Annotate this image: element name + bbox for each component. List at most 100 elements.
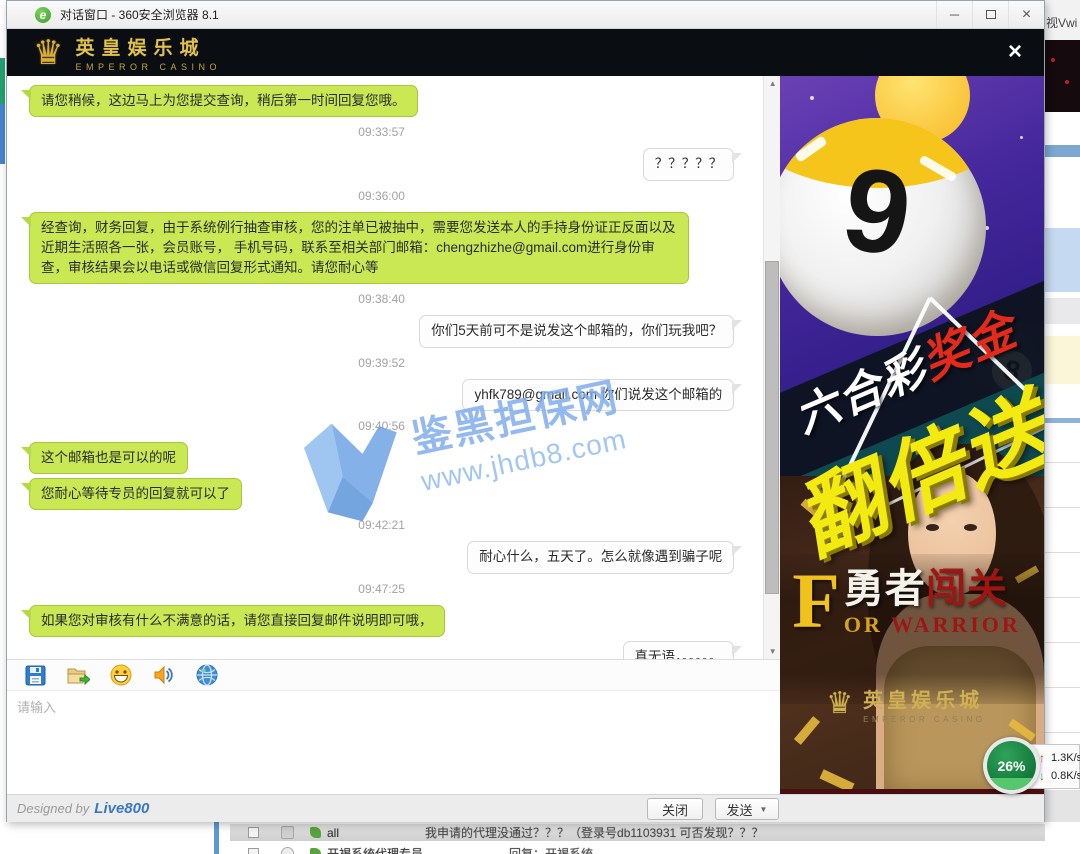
language-globe-icon[interactable] <box>195 663 219 687</box>
message-bubble: ？？？？？ <box>643 148 735 180</box>
message-bubble: 你们5天前可不是说发这个邮箱的，你们玩我吧？ <box>419 315 734 347</box>
maximize-button[interactable] <box>972 1 1008 28</box>
footer-bar: Designed by Live800 关闭 发送 ▼ <box>7 794 1044 822</box>
send-file-icon[interactable] <box>66 663 90 687</box>
chat-message-user: 真无语，。。。。。 <box>29 641 734 659</box>
emoji-icon[interactable] <box>109 663 133 687</box>
maximize-icon <box>986 10 996 19</box>
timestamp: 09:38:40 <box>29 292 734 306</box>
timestamp: 09:36:00 <box>29 189 734 203</box>
scroll-down-icon[interactable]: ▼ <box>764 644 780 659</box>
chat-message-agent: 这个邮箱也是可以的呢 <box>29 442 734 474</box>
status-icon <box>310 827 321 838</box>
timestamp: 09:42:21 <box>29 518 734 532</box>
chat-scrollbar[interactable]: ▲ ▼ <box>763 76 780 659</box>
minimize-button[interactable]: ─ <box>936 1 972 28</box>
progress-badge[interactable]: 26% <box>983 737 1040 794</box>
warrior-or: OR <box>844 612 883 637</box>
send-label: 发送 <box>727 800 753 819</box>
chat-toolbar <box>7 659 780 691</box>
send-button[interactable]: 发送 ▼ <box>715 798 779 820</box>
background-window-bottom: all 我申请的代理没通过？？？（登录号db1103931 可否发现？？？ 开褐… <box>0 822 1045 854</box>
checkbox-icon <box>248 827 259 838</box>
warrior-en: WARRIOR <box>891 612 1021 637</box>
avatar-icon <box>281 847 294 854</box>
ad-warrior-title: F 勇者闯关 OR WARRIOR <box>792 568 1021 638</box>
message-bubble: 您耐心等待专员的回复就可以了 <box>29 478 242 510</box>
close-button[interactable]: 关闭 <box>647 798 703 820</box>
ad-brand-cn: 英皇娱乐城 <box>863 684 985 713</box>
background-window-right: 视Vwi <box>1044 0 1080 854</box>
message-list: 请您稍候，这边马上为您提交查询，稍后第一时间回复您哦。 09:33:57 ？？？？？… <box>29 85 734 659</box>
background-divider <box>214 822 219 854</box>
brand-name-cn: 英皇娱乐城 <box>75 33 221 60</box>
download-arrow-icon: ↓ <box>1039 769 1045 783</box>
window-title: 对话窗口 - 360安全浏览器 8.1 <box>60 6 219 23</box>
background-tab-text: 视Vwi <box>1046 14 1077 31</box>
background-row <box>1045 298 1080 324</box>
background-dark-banner <box>1045 40 1080 112</box>
save-icon[interactable] <box>23 663 47 687</box>
chat-message-agent: 您耐心等待专员的回复就可以了 <box>29 478 734 510</box>
mail-sender: all <box>327 826 339 840</box>
message-bubble: 真无语，。。。。。 <box>623 641 735 659</box>
progress-percent: 26% <box>997 758 1025 774</box>
background-row <box>1045 418 1080 423</box>
checkbox-icon <box>248 848 259 854</box>
brand-name-en: EMPEROR CASINO <box>75 62 221 72</box>
crown-logo-icon: ♛ <box>33 36 63 70</box>
message-bubble: 经查询，财务回复，由于系统例行抽查审核，您的注单已被抽中，需要您发送本人的手持身… <box>29 212 689 285</box>
send-dropdown-caret-icon: ▼ <box>760 805 768 814</box>
sound-icon[interactable] <box>152 663 176 687</box>
message-input[interactable] <box>7 691 780 794</box>
timestamp: 09:40:56 <box>29 419 734 433</box>
status-icon <box>310 848 321 854</box>
mail-subject: 回复：开褐系统 <box>509 845 593 854</box>
background-mail-row: all 我申请的代理没通过？？？（登录号db1103931 可否发现？？？ <box>230 824 1045 841</box>
message-bubble: 耐心什么，五天了。怎么就像遇到骗子呢 <box>467 541 734 573</box>
background-mail-row: 开褐系统代理专员 回复：开褐系统 <box>230 845 1045 854</box>
timestamp: 09:47:25 <box>29 582 734 596</box>
background-row <box>1045 336 1080 384</box>
warrior-cn-red: 闯关 <box>926 566 1008 611</box>
ad-banner[interactable]: 9 8 六合彩奖金 <box>780 76 1044 794</box>
chat-close-icon[interactable]: × <box>1000 37 1030 67</box>
designed-by-label: Designed by <box>17 801 89 816</box>
ad-brand-en: EMPEROR CASINO <box>863 715 985 724</box>
brand-logo: 英皇娱乐城 EMPEROR CASINO <box>75 33 221 72</box>
chat-message-agent: 经查询，财务回复，由于系统例行抽查审核，您的注单已被抽中，需要您发送本人的手持身… <box>29 212 734 285</box>
message-bubble: 请您稍候，这边马上为您提交查询，稍后第一时间回复您哦。 <box>29 85 418 117</box>
screen: 视Vwi all 我申请的代理没通过？？？（登录号db1103931 可否发现？… <box>0 0 1080 854</box>
casino-header: ♛ 英皇娱乐城 EMPEROR CASINO × <box>7 29 1044 76</box>
composer <box>7 691 780 794</box>
live800-logo: Live800 <box>94 800 149 817</box>
timestamp: 09:39:52 <box>29 356 734 370</box>
background-row <box>1045 228 1080 292</box>
warrior-cn-white: 勇者 <box>844 566 926 611</box>
ad-brand-logo: ♛ 英皇娱乐城 EMPEROR CASINO <box>826 684 985 724</box>
chat-message-user: ？？？？？ <box>29 148 734 180</box>
message-bubble: 如果您对审核有什么不满意的话，请您直接回复邮件说明即可哦， <box>29 605 445 637</box>
background-row <box>1045 790 1080 822</box>
chat-message-agent: 请您稍候，这边马上为您提交查询，稍后第一时间回复您哦。 <box>29 85 734 117</box>
scroll-thumb[interactable] <box>765 261 779 594</box>
message-bubble: 这个邮箱也是可以的呢 <box>29 442 188 474</box>
chat-message-user: 你们5天前可不是说发这个邮箱的，你们玩我吧？ <box>29 315 734 347</box>
warrior-f: F <box>792 568 840 638</box>
scroll-up-icon[interactable]: ▲ <box>764 76 780 91</box>
ad-lottery-section: 9 8 六合彩奖金 <box>780 76 1044 521</box>
message-bubble: yhfk789@gmail.com 你们说发这个邮箱的 <box>462 379 734 411</box>
browser-360-icon: e <box>35 7 51 23</box>
mail-subject: 我申请的代理没通过？？？（登录号db1103931 可否发现？？？ <box>425 824 764 841</box>
background-row <box>1045 145 1080 157</box>
window-close-button[interactable]: × <box>1008 1 1044 28</box>
chat-area: 请您稍候，这边马上为您提交查询，稍后第一时间回复您哦。 09:33:57 ？？？？？… <box>7 76 780 659</box>
mail-sender: 开褐系统代理专员 <box>327 845 423 854</box>
timestamp: 09:33:57 <box>29 125 734 139</box>
title-bar: e 对话窗口 - 360安全浏览器 8.1 ─ × <box>7 1 1044 29</box>
dialog-window: e 对话窗口 - 360安全浏览器 8.1 ─ × ♛ 英皇娱乐城 EMPERO… <box>6 0 1045 822</box>
chat-message-user: 耐心什么，五天了。怎么就像遇到骗子呢 <box>29 541 734 573</box>
chat-message-agent: 如果您对审核有什么不满意的话，请您直接回复邮件说明即可哦， <box>29 605 734 637</box>
chat-message-user: yhfk789@gmail.com 你们说发这个邮箱的 <box>29 379 734 411</box>
upload-speed: 1.3K/s <box>1051 752 1080 764</box>
